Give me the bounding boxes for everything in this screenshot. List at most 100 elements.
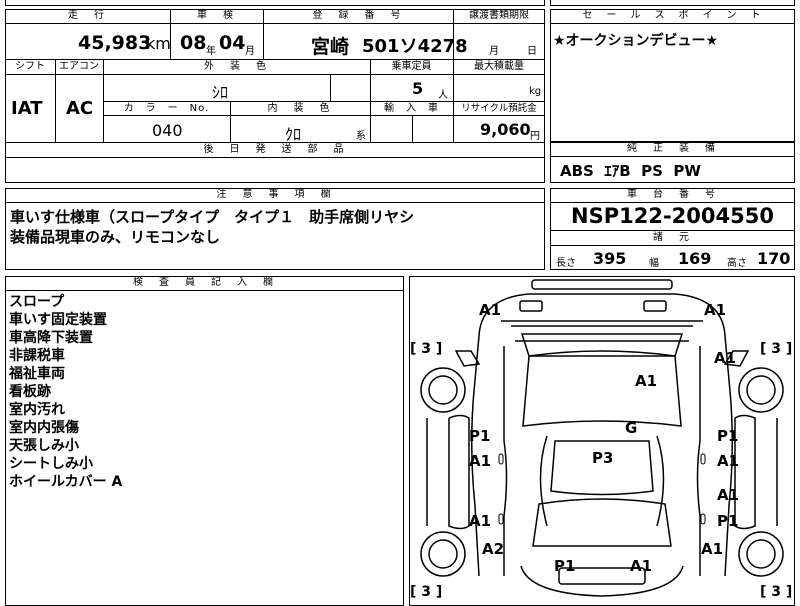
registration-number: 501ソ4278 [362,36,468,57]
inspection-year-unit: 年 [206,46,216,57]
tire-mark-rear-right: [ 3 ] [760,584,793,600]
max-load-header: 最大積載量 [474,61,524,72]
divider [550,23,795,24]
recycle-header: リサイクル預託金 [461,103,537,114]
width-value: 169 [678,249,712,268]
inspector-line: 福祉車両 [9,366,65,382]
damage-label: A1 [635,372,658,390]
mileage-value: 45,983 [78,32,152,54]
height-label: 高さ [727,258,747,269]
damage-label: P1 [469,427,491,445]
aircon-value: AC [66,98,94,119]
damage-label: G [625,419,638,437]
recycle-unit: 円 [530,131,540,142]
divider [5,290,404,291]
inspector-lines: スロープ 車いす固定装置 車高降下装置 非課税車 福祉車両 看板跡 室内汚れ 室… [9,293,122,491]
divider [550,202,795,203]
damage-label: A1 [479,301,502,319]
damage-label: A1 [714,349,737,367]
recycle-value: 9,060 [480,120,531,139]
inspector-line: 室内汚れ [9,402,65,418]
sales-point-panel [550,9,795,142]
mileage-unit: km [146,34,171,53]
inspector-line: 車いす固定装置 [9,312,107,328]
tire-mark-rear-left: [ 3 ] [410,584,443,600]
color-no-header: カ ラ ー No. [123,103,210,114]
divider [5,157,545,158]
inspection-header: 車 検 [197,10,236,21]
divider [412,115,413,142]
interior-color-suffix: 系 [356,131,366,142]
inspector-line: 看板跡 [9,384,51,400]
inspector-line: 非課税車 [9,348,65,364]
exterior-color-value: ｼﾛ [212,83,229,102]
inspection-month-unit: 月 [245,46,255,57]
row1-header-line [5,23,545,24]
damage-label: P1 [717,427,739,445]
height-value: 170 [757,249,791,268]
damage-label: A1 [704,301,727,319]
notes-line-1: 車いす仕様車（スロープタイプ タイプ１ 助手席側リヤシ [10,208,415,226]
damage-label: A1 [717,452,740,470]
chassis-header: 車 台 番 号 [627,189,718,200]
inspection-year: 08 [180,32,207,54]
dims-header: 諸 元 [653,232,692,243]
damage-label: A1 [701,540,724,558]
color-no-value: 040 [152,121,183,140]
tire-mark-front-right: [ 3 ] [760,341,793,357]
divider [330,74,331,101]
inspector-line: スロープ [9,294,65,310]
chassis-number: NSP122-2004550 [571,204,774,228]
later-parts-header: 後 日 発 送 部 品 [203,144,347,155]
max-load-unit: kg [529,86,542,97]
transfer-month-unit: 月 [489,46,499,57]
divider [230,101,231,142]
damage-label: P1 [717,512,739,530]
notes-line-2: 装備品現車のみ、リモコンなし [10,228,221,246]
damage-label: P1 [554,557,576,575]
inspector-line: シートしみ小 [9,456,93,472]
inspector-line: 車高降下装置 [9,330,93,346]
top-cutoff-strip-right [550,0,795,6]
exterior-color-header: 外 装 色 [204,61,269,72]
shift-value: IAT [11,98,43,119]
import-header: 輸 入 車 [384,103,439,114]
divider [263,9,264,59]
damage-label: A2 [482,540,505,558]
capacity-unit: 人 [438,90,448,101]
standard-equipment-header: 純 正 装 備 [627,143,718,154]
inspector-line: ホイールカバー A [9,474,123,490]
interior-color-header: 内 装 色 [267,103,333,114]
inspection-month: 04 [219,32,246,54]
shift-header: シフト [15,61,45,72]
aircon-header: エアコン [59,61,99,72]
capacity-header: 乗車定員 [391,61,432,72]
divider [550,245,795,246]
tire-mark-front-left: [ 3 ] [410,341,443,357]
top-cutoff-strip [5,0,545,6]
damage-label: A1 [469,452,492,470]
length-label: 長さ [556,258,576,269]
capacity-value: 5 [412,79,424,98]
width-label: 幅 [649,258,659,269]
notes-header: 注 意 事 項 欄 [216,189,334,200]
transfer-deadline-header: 譲渡書類期限 [469,10,529,21]
damage-label: A1 [630,557,653,575]
divider [550,156,795,157]
registration-area: 宮崎 [311,36,350,58]
mileage-header: 走 行 [68,10,107,21]
inspector-line: 天張しみ小 [9,438,79,454]
divider [103,115,545,116]
length-value: 395 [593,249,627,268]
damage-label: A1 [717,486,740,504]
damage-label: A1 [469,512,492,530]
registration-header: 登 録 番 号 [312,10,404,21]
divider [55,60,56,142]
damage-label: P3 [592,449,614,467]
sales-point-text: ★オークションデビュー★ [553,33,719,49]
inspector-header: 検 査 員 記 入 欄 [133,277,276,288]
inspector-line: 室内内張傷 [9,420,79,436]
transfer-day-unit: 日 [527,46,537,57]
divider [5,202,545,203]
sales-point-header: セ ー ル ス ポ イ ン ト [582,10,763,21]
